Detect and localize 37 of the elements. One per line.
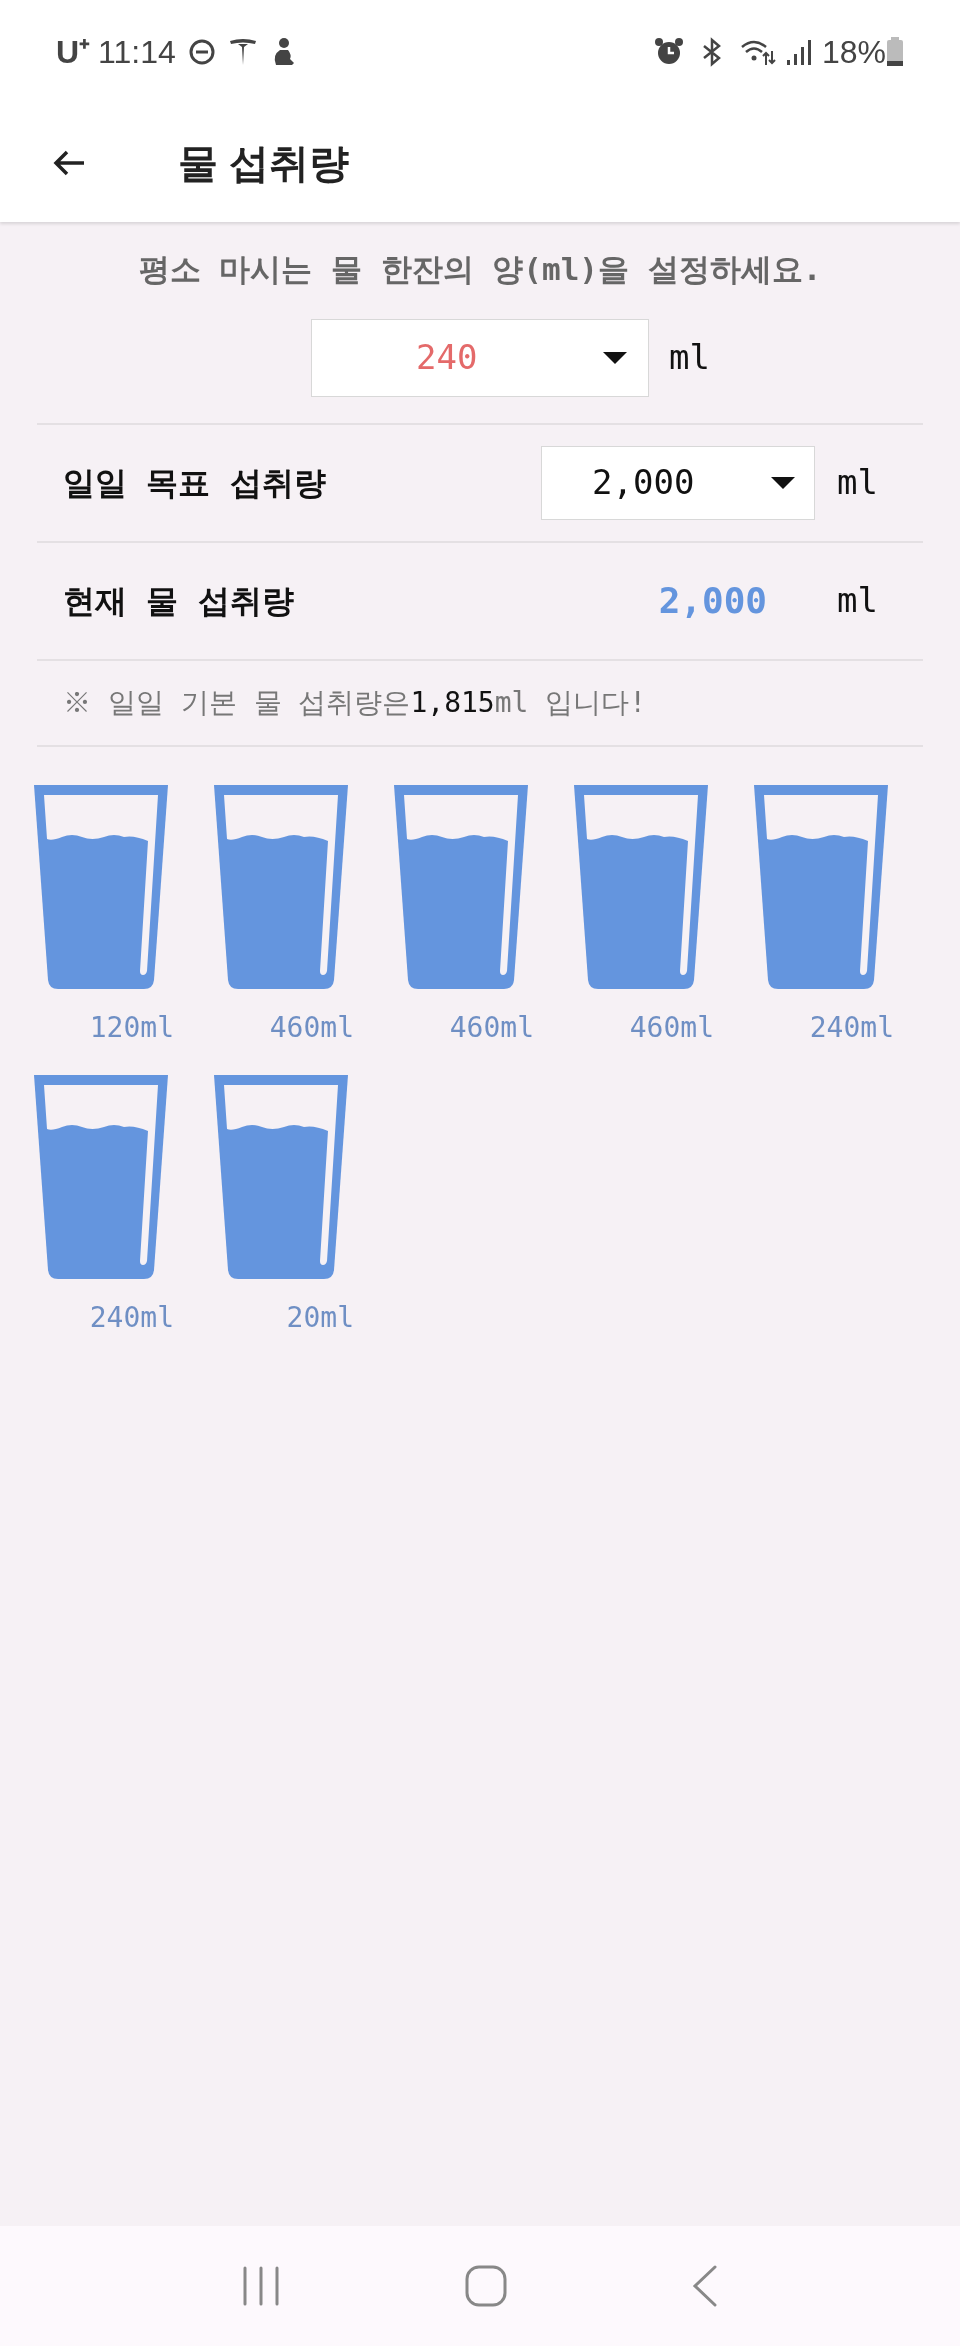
water-glass-icon (754, 784, 888, 989)
carrier-text: U⁺ (56, 33, 91, 72)
back-arrow-icon[interactable] (52, 149, 86, 177)
water-glass-icon (34, 784, 168, 989)
glass-amount-text: 240ml (808, 1009, 894, 1046)
unit-text: ml (837, 461, 879, 504)
glass-amount-text: 460ml (268, 1009, 354, 1046)
glass-amount-text: 460ml (628, 1009, 714, 1046)
battery-text: 18% (821, 33, 886, 72)
dropdown-arrow-icon (770, 475, 796, 490)
water-glass-icon (214, 784, 348, 989)
recent-apps-icon[interactable] (242, 2266, 281, 2306)
goal-dropdown[interactable]: 2,000 (541, 445, 815, 520)
glass-amount-text: 240ml (88, 1299, 174, 1336)
glass-amount-text: 460ml (448, 1009, 534, 1046)
glass-amount-text: 20ml (285, 1299, 354, 1336)
dropdown-arrow-icon (602, 350, 628, 365)
page-title: 물 섭취량 (178, 140, 350, 187)
back-icon[interactable] (691, 2265, 718, 2307)
home-icon[interactable] (465, 2265, 507, 2307)
unit-text: ml (669, 336, 711, 379)
intake-value: 2,000 (658, 578, 767, 623)
intake-label: 현재 물 섭취량 (63, 580, 295, 622)
battery-icon (886, 37, 904, 67)
glass-amount-text: 120ml (88, 1009, 174, 1046)
water-glass-icon (394, 784, 528, 989)
clock-text: 11:14 (98, 33, 176, 72)
unit-text: ml (837, 579, 879, 622)
water-glass-icon (34, 1074, 168, 1279)
instruction-text: 평소 마시는 물 한잔의 양(ml)을 설정하세요. (137, 250, 823, 289)
goal-label: 일일 목표 섭취량 (63, 462, 327, 504)
do-not-disturb-icon (187, 38, 216, 66)
basic-intake-note: ※ 일일 기본 물 섭취량은 1,815ml 입니다! (63, 684, 647, 721)
water-glass-icon (574, 784, 708, 989)
alarm-icon (653, 37, 684, 67)
water-glass-icon (214, 1074, 348, 1279)
signal-icon (785, 38, 812, 66)
